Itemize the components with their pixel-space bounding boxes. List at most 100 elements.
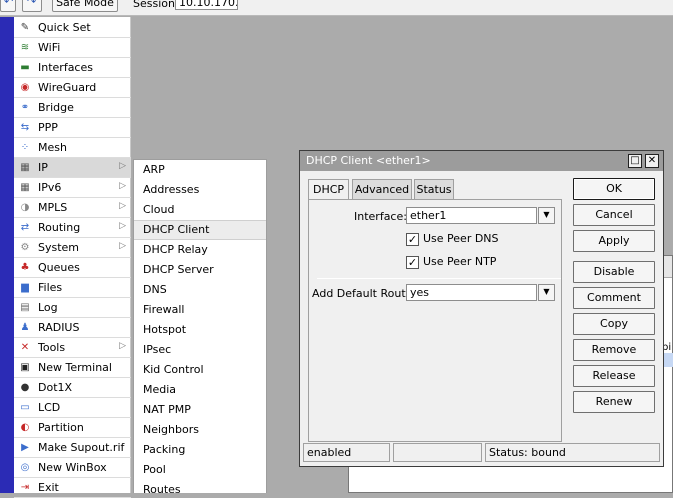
main-menu-item-ipv6[interactable]: ▦ IPv6 ▷	[14, 178, 131, 198]
add-default-route-dropdown-button[interactable]: ▼	[538, 284, 555, 301]
main-menu-item-log[interactable]: ▤ Log	[14, 298, 131, 318]
main-menu-item-bridge[interactable]: ⚭ Bridge	[14, 98, 131, 118]
interface-dropdown-button[interactable]: ▼	[538, 207, 555, 224]
ip-submenu-item-addresses[interactable]: Addresses	[134, 180, 266, 200]
undo-button[interactable]: ↶	[0, 0, 16, 12]
exit-icon: ⇥	[20, 481, 30, 493]
ip-submenu-item-neighbors[interactable]: Neighbors	[134, 420, 266, 440]
tab-advanced[interactable]: Advanced	[352, 179, 412, 200]
main-menu-item-files[interactable]: ▆ Files	[14, 278, 131, 298]
ip-submenu-item-hotspot[interactable]: Hotspot	[134, 320, 266, 340]
main-menu-item-mesh[interactable]: ⁘ Mesh	[14, 138, 131, 158]
log-icon: ▤	[20, 301, 30, 313]
main-menu-label: New WinBox	[38, 461, 107, 474]
main-menu-item-routing[interactable]: ⇄ Routing ▷	[14, 218, 131, 238]
ip-submenu-item-packing[interactable]: Packing	[134, 440, 266, 460]
cancel-button[interactable]: Cancel	[573, 204, 655, 226]
main-menu-label: IP	[38, 161, 48, 174]
main-menu-item-dot1x[interactable]: ● Dot1X	[14, 378, 131, 398]
interface-field[interactable]: ether1	[406, 207, 537, 224]
ip-submenu-item-nat-pmp[interactable]: NAT PMP	[134, 400, 266, 420]
renew-button[interactable]: Renew	[573, 391, 655, 413]
safe-mode-button[interactable]: Safe Mode	[52, 0, 118, 12]
files-icon: ▆	[21, 281, 29, 293]
tab-dhcp[interactable]: DHCP	[308, 179, 349, 201]
panel-separator	[317, 278, 561, 279]
comment-button[interactable]: Comment	[573, 287, 655, 309]
submenu-arrow-icon: ▷	[119, 181, 126, 191]
main-menu-item-radius[interactable]: ♟ RADIUS	[14, 318, 131, 338]
main-menu-label: Dot1X	[38, 381, 73, 394]
main-menu-item-wifi[interactable]: ≋ WiFi	[14, 38, 131, 58]
ip-submenu-item-kid-control[interactable]: Kid Control	[134, 360, 266, 380]
system-icon: ⚙	[20, 241, 30, 253]
main-menu-item-exit[interactable]: ⇥ Exit	[14, 478, 131, 498]
main-menu-item-quick-set[interactable]: ✎ Quick Set	[14, 18, 131, 38]
main-menu-item-queues[interactable]: ♣ Queues	[14, 258, 131, 278]
ip-submenu-item-routes[interactable]: Routes	[134, 480, 266, 493]
main-menu-label: MPLS	[38, 201, 68, 214]
ip-submenu-item-cloud[interactable]: Cloud	[134, 200, 266, 220]
terminal-icon: ▣	[20, 361, 30, 373]
main-menu-item-ppp[interactable]: ⇆ PPP	[14, 118, 131, 138]
dialog-titlebar[interactable]: DHCP Client <ether1> □ ✕	[300, 151, 663, 171]
ip-submenu-item-firewall[interactable]: Firewall	[134, 300, 266, 320]
main-menu-item-new-winbox[interactable]: ◎ New WinBox	[14, 458, 131, 478]
session-field[interactable]: 10.10.170.1	[175, 0, 238, 10]
main-menu-item-make-supout-rif[interactable]: ▶ Make Supout.rif	[14, 438, 131, 458]
main-menu-item-interfaces[interactable]: ▬ Interfaces	[14, 58, 131, 78]
main-menu-label: Partition	[38, 421, 84, 434]
ip-submenu-item-dhcp-client[interactable]: DHCP Client	[134, 220, 266, 240]
interface-label: Interface:	[354, 210, 407, 223]
ok-button[interactable]: OK	[573, 178, 655, 200]
main-menu-item-mpls[interactable]: ◑ MPLS ▷	[14, 198, 131, 218]
main-menu-label: WireGuard	[38, 81, 97, 94]
ip-submenu-item-media[interactable]: Media	[134, 380, 266, 400]
status-middle	[393, 443, 482, 462]
close-button[interactable]: ✕	[645, 154, 659, 168]
use-peer-ntp-checkbox[interactable]: ✓	[406, 256, 419, 269]
submenu-arrow-icon: ▷	[119, 341, 126, 351]
dialog-statusbar: enabled Status: bound	[303, 443, 660, 462]
add-default-route-field[interactable]: yes	[406, 284, 537, 301]
main-menu-item-new-terminal[interactable]: ▣ New Terminal	[14, 358, 131, 378]
release-button[interactable]: Release	[573, 365, 655, 387]
close-icon: ✕	[647, 155, 657, 166]
main-menu-item-partition[interactable]: ◐ Partition	[14, 418, 131, 438]
tools-icon: ✕	[20, 341, 30, 353]
main-menu-item-ip[interactable]: ▦ IP ▷	[14, 158, 131, 178]
main-menu-label: Bridge	[38, 101, 74, 114]
remove-button[interactable]: Remove	[573, 339, 655, 361]
main-menu-label: LCD	[38, 401, 61, 414]
tab-status[interactable]: Status	[414, 179, 454, 200]
main-menu-label: Make Supout.rif	[38, 441, 125, 454]
use-peer-dns-checkbox[interactable]: ✓	[406, 233, 419, 246]
redo-button[interactable]: ↷	[22, 0, 42, 12]
maximize-button[interactable]: □	[628, 154, 642, 168]
ip-submenu-item-arp[interactable]: ARP	[134, 160, 266, 180]
ip-submenu-item-dhcp-server[interactable]: DHCP Server	[134, 260, 266, 280]
ip-submenu: ARP Addresses Cloud DHCP Client DHCP Relay DH…	[133, 159, 267, 493]
main-menu-item-lcd[interactable]: ▭ LCD	[14, 398, 131, 418]
ip-submenu-item-dns[interactable]: DNS	[134, 280, 266, 300]
ip-icon: ▦	[20, 161, 30, 173]
main-menu-label: Tools	[38, 341, 66, 354]
main-menu-label: System	[38, 241, 80, 254]
disable-button[interactable]: Disable	[573, 261, 655, 283]
copy-button[interactable]: Copy	[573, 313, 655, 335]
apply-button[interactable]: Apply	[573, 230, 655, 252]
main-menu-item-system[interactable]: ⚙ System ▷	[14, 238, 131, 258]
ip-submenu-item-pool[interactable]: Pool	[134, 460, 266, 480]
main-menu-label: WiFi	[38, 41, 61, 54]
dhcp-client-dialog: DHCP Client <ether1> □ ✕ DHCP Advanced S…	[299, 150, 664, 467]
ip-submenu-item-ipsec[interactable]: IPsec	[134, 340, 266, 360]
use-peer-ntp-label: Use Peer NTP	[423, 255, 497, 268]
main-menu: ✎ Quick Set ≋ WiFi ▬ Interfaces ◉ WireGuard ⚭ Bri…	[14, 17, 131, 498]
main-menu-item-wireguard[interactable]: ◉ WireGuard	[14, 78, 131, 98]
main-menu-label: RADIUS	[38, 321, 80, 334]
wireguard-icon: ◉	[20, 81, 30, 93]
main-menu-label: Routing	[38, 221, 81, 234]
ip-submenu-item-dhcp-relay[interactable]: DHCP Relay	[134, 240, 266, 260]
main-menu-item-tools[interactable]: ✕ Tools ▷	[14, 338, 131, 358]
main-menu-label: Log	[38, 301, 58, 314]
